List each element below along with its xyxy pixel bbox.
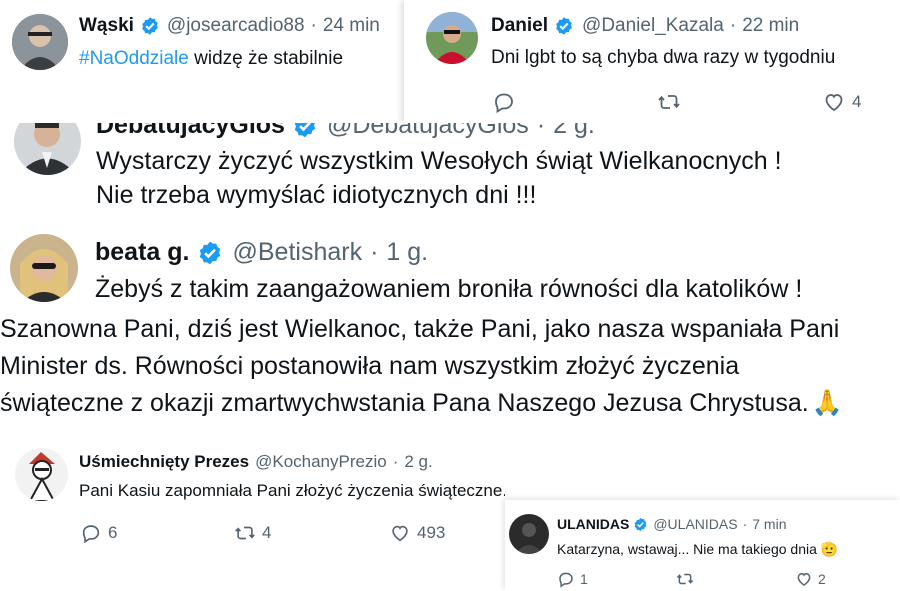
user-handle[interactable]: @josearcadio88	[167, 15, 305, 37]
timestamp[interactable]: 7 min	[752, 516, 786, 532]
display-name[interactable]: ULANIDAS	[557, 516, 629, 532]
timestamp[interactable]: 24 min	[323, 15, 380, 37]
separator-dot: ·	[370, 238, 379, 266]
avatar[interactable]	[10, 234, 78, 302]
tweet-text-line-1: Szanowna Pani, dziś jest Wielkanoc, takż…	[0, 315, 840, 343]
repost-button[interactable]	[657, 90, 681, 114]
separator-dot: ·	[392, 452, 399, 471]
heart-icon	[795, 570, 813, 588]
tweet-debatujacyglos: DebatujacyGlos @DebatujacyGlos · 2 g. Wy…	[0, 123, 900, 215]
reply-button[interactable]	[492, 90, 516, 114]
heart-icon	[389, 522, 411, 544]
timestamp[interactable]: 22 min	[742, 15, 799, 37]
tweet-ulanidas: ULANIDAS @ULANIDAS · 7 min Katarzyna, ws…	[505, 500, 900, 591]
tweet-text-line-3-body: świąteczne z okazji zmartwychwstania Pan…	[0, 389, 809, 417]
verified-badge-icon	[554, 16, 574, 36]
tweet-text: Pani Kasiu zapomniała Pani złożyć życzen…	[79, 481, 505, 500]
reply-button[interactable]: 1	[557, 570, 588, 588]
tweet-text-line-2: Nie trzeba wymyślać idiotycznych dni !!!	[96, 181, 537, 209]
like-count: 493	[417, 523, 446, 542]
tweet-text-body: widzę że stabilnie	[188, 48, 344, 69]
reply-icon	[80, 522, 102, 544]
tweet-text: Żebyś z takim zaangażowaniem broniła rów…	[95, 275, 803, 303]
tweet-text: Katarzyna, wstawaj... Nie ma takiego dni…	[557, 541, 838, 558]
tweet-text-line-1: Wystarczy życzyć wszystkim Wesołych świą…	[96, 147, 782, 175]
timestamp[interactable]: 2 g.	[404, 452, 432, 472]
tweet-daniel: Daniel @Daniel_Kazala · 22 min Dni lgbt …	[404, 0, 900, 123]
tweet-long-text: Szanowna Pani, dziś jest Wielkanoc, takż…	[0, 312, 900, 435]
repost-icon	[676, 570, 694, 588]
avatar[interactable]	[426, 12, 478, 64]
timestamp[interactable]: 2 g.	[553, 123, 595, 140]
heart-icon	[822, 90, 846, 114]
avatar[interactable]	[12, 14, 68, 70]
user-handle[interactable]: @Betishark	[232, 238, 362, 267]
tweet-beata: beata g. @Betishark · 1 g. Żebyś z takim…	[0, 222, 900, 312]
timestamp[interactable]: 1 g.	[386, 238, 428, 267]
verified-badge-icon	[292, 123, 318, 139]
like-button[interactable]: 493	[389, 522, 445, 544]
verified-badge-icon	[633, 517, 648, 532]
avatar[interactable]	[509, 514, 549, 554]
display-name[interactable]: beata g.	[95, 238, 189, 267]
separator-dot: ·	[536, 123, 546, 139]
reply-button[interactable]: 6	[80, 522, 117, 544]
tweet-text-line-2: Minister ds. Równości postanowiła nam ws…	[0, 352, 740, 380]
avatar[interactable]	[15, 448, 68, 501]
separator-dot: ·	[742, 516, 748, 532]
repost-count: 4	[262, 523, 272, 542]
avatar[interactable]	[14, 123, 81, 175]
repost-icon	[657, 90, 681, 114]
tweet-text-body: Katarzyna, wstawaj... Nie ma takiego dni…	[557, 541, 817, 557]
repost-icon	[234, 522, 256, 544]
display-name[interactable]: Uśmiechnięty Prezes	[79, 452, 249, 472]
repost-button[interactable]: 4	[234, 522, 271, 544]
hashtag-link[interactable]: #NaOddziale	[79, 48, 189, 69]
reply-count: 1	[580, 571, 588, 587]
repost-button[interactable]	[676, 570, 694, 588]
reply-icon	[557, 570, 575, 588]
separator-dot: ·	[729, 15, 737, 36]
reply-count: 6	[108, 523, 118, 542]
verified-badge-icon	[140, 16, 160, 36]
tweet-waski: Wąski @josearcadio88 · 24 min #NaOddzial…	[0, 0, 404, 86]
reply-icon	[492, 90, 516, 114]
user-handle[interactable]: @DebatujacyGlos	[327, 123, 529, 140]
like-count: 4	[852, 92, 862, 111]
praying-hands-emoji-icon: 🙏	[811, 389, 843, 417]
tweet-usmiechniety-prezes: Uśmiechnięty Prezes @KochanyPrezio · 2 g…	[0, 435, 505, 591]
display-name[interactable]: Daniel	[491, 15, 548, 37]
display-name[interactable]: Wąski	[79, 15, 134, 37]
like-button[interactable]: 4	[822, 90, 861, 114]
display-name[interactable]: DebatujacyGlos	[96, 123, 285, 140]
saluting-face-emoji-icon: 🫡	[820, 541, 839, 557]
tweet-text: #NaOddziale widzę że stabilnie	[79, 48, 343, 70]
user-handle[interactable]: @KochanyPrezio	[255, 452, 387, 472]
tweet-text-line-3: świąteczne z okazji zmartwychwstania Pan…	[0, 389, 843, 418]
like-button[interactable]: 2	[795, 570, 826, 588]
tweet-text: Dni lgbt to są chyba dwa razy w tygodniu	[491, 47, 836, 68]
user-handle[interactable]: @ULANIDAS	[653, 516, 737, 532]
user-handle[interactable]: @Daniel_Kazala	[582, 15, 724, 37]
verified-badge-icon	[197, 240, 223, 266]
like-count: 2	[818, 571, 826, 587]
separator-dot: ·	[310, 15, 317, 36]
